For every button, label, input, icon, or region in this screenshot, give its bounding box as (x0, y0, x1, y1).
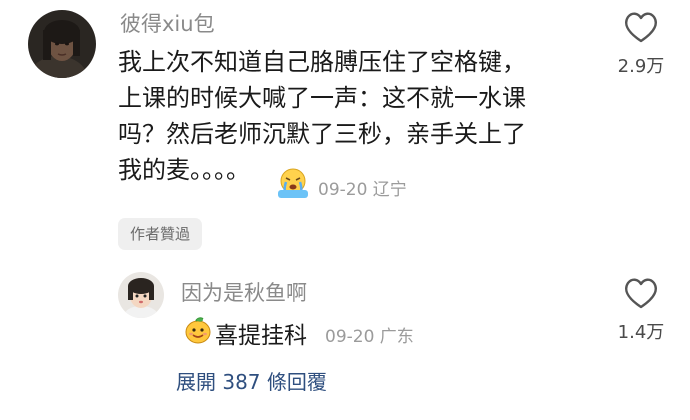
reply-meta: 09-20 广东 (325, 327, 414, 347)
replier-avatar[interactable] (118, 272, 164, 318)
crying-emoji-icon (275, 166, 311, 200)
comment-line: 上课的时候大喊了一声：这不就一水课 (118, 84, 526, 112)
like-count: 2.9万 (617, 56, 665, 77)
author-liked-badge: 作者贊過 (118, 218, 203, 250)
heart-icon[interactable] (622, 276, 660, 310)
comment-line: 吗？然后老师沉默了三秒，亲手关上了 (118, 120, 526, 148)
heart-icon[interactable] (622, 10, 660, 44)
reply-body: 喜提挂科 (215, 323, 307, 349)
comment-meta: 09-20 辽宁 (318, 180, 407, 200)
comment-line: 我上次不知道自己胳膊压住了空格键， (118, 48, 526, 76)
comment-body: 我上次不知道自己胳膊压住了空格键， 上课的时候大喊了一声：这不就一水课 吗？然后… (118, 44, 588, 188)
replier-username[interactable]: 因为是秋鱼啊 (181, 277, 307, 307)
expand-replies-link[interactable]: 展開 387 條回覆 (176, 366, 327, 395)
commenter-username[interactable]: 彼得xiu包 (120, 8, 215, 38)
like-count: 1.4万 (617, 322, 665, 343)
commenter-avatar[interactable] (28, 10, 96, 78)
mango-face-emoji-icon (183, 315, 213, 345)
